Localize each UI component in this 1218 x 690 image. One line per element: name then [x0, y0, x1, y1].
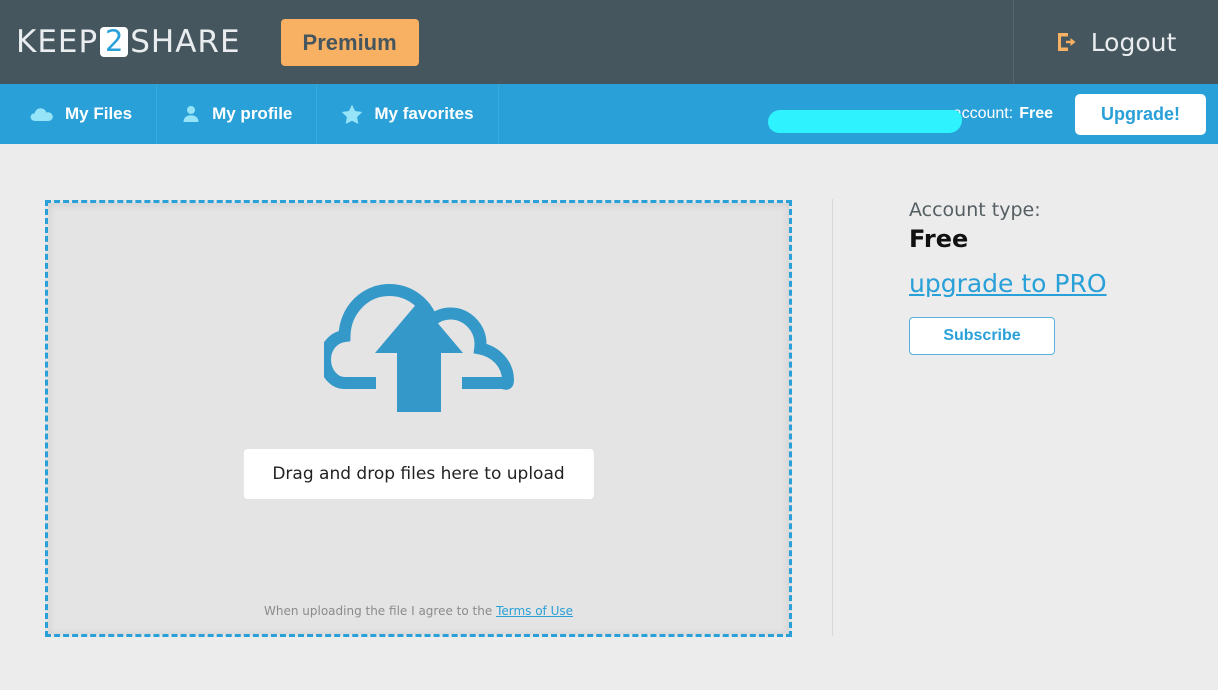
redacted-username-overlay	[768, 110, 962, 133]
logout-label: Logout	[1091, 28, 1177, 57]
nav-item-my-files[interactable]: My Files	[0, 84, 157, 144]
account-value: Free	[1019, 105, 1053, 123]
nav-label-my-favorites: My favorites	[374, 104, 473, 124]
cloud-upload-icon	[324, 271, 514, 418]
file-dropzone[interactable]: Drag and drop files here to upload When …	[45, 200, 792, 637]
terms-notice: When uploading the file I agree to the T…	[48, 604, 789, 618]
content-sidebar-divider	[832, 199, 833, 636]
main-content: Drag and drop files here to upload When …	[0, 144, 1218, 690]
account-sidebar: Account type: Free upgrade to PRO Subscr…	[909, 199, 1199, 355]
premium-button[interactable]: Premium	[281, 19, 419, 66]
logo-badge-2: 2	[100, 27, 128, 57]
logo-text-keep: KEEP	[16, 24, 98, 60]
upgrade-button[interactable]: Upgrade!	[1075, 94, 1206, 135]
subscribe-button[interactable]: Subscribe	[909, 317, 1055, 355]
terms-prefix-text: When uploading the file I agree to the	[264, 604, 492, 618]
logo-text-share: SHARE	[130, 24, 240, 60]
top-header: KEEP 2 SHARE Premium Logout	[0, 0, 1218, 84]
nav-item-my-profile[interactable]: My profile	[157, 84, 317, 144]
terms-of-use-link[interactable]: Terms of Use	[496, 604, 573, 618]
cloud-icon	[30, 106, 54, 122]
drop-instruction-label: Drag and drop files here to upload	[243, 449, 593, 499]
account-type-value: Free	[909, 225, 1199, 253]
logout-button[interactable]: Logout	[1013, 0, 1218, 84]
nav-account-area: account: Free Upgrade!	[765, 84, 1218, 144]
logout-arrow-icon	[1056, 31, 1078, 53]
site-logo[interactable]: KEEP 2 SHARE	[16, 0, 241, 84]
account-label: account:	[953, 105, 1013, 123]
person-icon	[181, 104, 201, 124]
account-status: account: Free	[765, 105, 1053, 123]
main-navbar: My Files My profile My favorites account…	[0, 84, 1218, 144]
nav-item-my-favorites[interactable]: My favorites	[317, 84, 498, 144]
account-type-label: Account type:	[909, 199, 1199, 221]
upgrade-to-pro-link[interactable]: upgrade to PRO	[909, 269, 1107, 298]
nav-label-my-files: My Files	[65, 104, 132, 124]
star-icon	[341, 104, 363, 125]
nav-label-my-profile: My profile	[212, 104, 292, 124]
